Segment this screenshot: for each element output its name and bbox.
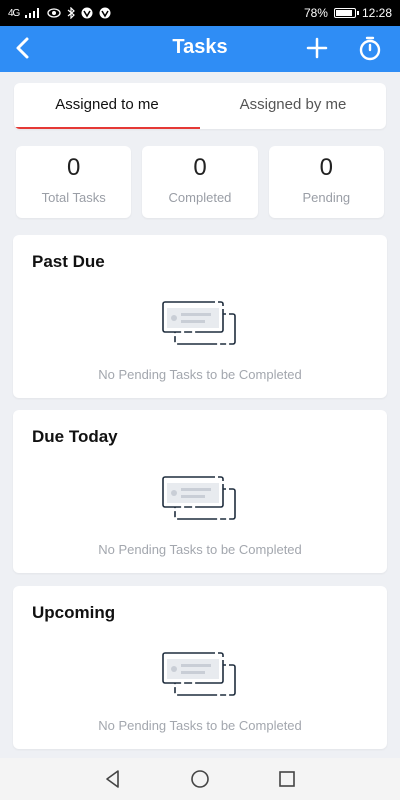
- shield-badge-icon: [81, 7, 93, 19]
- empty-tasks-icon: [162, 476, 236, 520]
- section-title: Past Due: [32, 252, 105, 271]
- stat-label: Total Tasks: [41, 190, 106, 205]
- empty-state-text: No Pending Tasks to be Completed: [98, 718, 302, 733]
- app-header: Tasks: [0, 26, 400, 72]
- page-title: Tasks: [172, 36, 228, 58]
- section-upcoming: Upcoming No Pending Tasks to be Complete…: [13, 586, 387, 749]
- empty-tasks-icon: [162, 652, 236, 696]
- app-badge-icon: [99, 7, 111, 19]
- recents-square-icon[interactable]: [275, 767, 299, 791]
- back-triangle-icon[interactable]: [101, 767, 125, 791]
- battery-icon: [333, 8, 359, 18]
- stat-label: Completed: [168, 190, 232, 205]
- active-tab-indicator: [14, 127, 200, 129]
- empty-state-text: No Pending Tasks to be Completed: [98, 367, 302, 382]
- tab-label: Assigned by me: [239, 96, 347, 113]
- status-right: 78% 12:28: [304, 6, 392, 20]
- stats-row: 0 Total Tasks 0 Completed 0 Pending: [16, 146, 384, 218]
- empty-state-text: No Pending Tasks to be Completed: [98, 542, 302, 557]
- status-left: 4G: [8, 7, 111, 19]
- stat-value: 0: [193, 154, 207, 181]
- stat-value: 0: [66, 154, 81, 181]
- stat-pending[interactable]: 0 Pending: [268, 146, 384, 218]
- empty-tasks-icon: [162, 301, 236, 345]
- section-past-due: Past Due No Pending Tasks to be Complete…: [13, 235, 387, 398]
- battery-percent: 78%: [303, 6, 328, 20]
- stat-value: 0: [319, 154, 333, 181]
- timer-icon[interactable]: [356, 34, 384, 62]
- tab-label: Assigned to me: [55, 96, 159, 113]
- system-nav-bar: [0, 758, 400, 800]
- stat-label: Pending: [302, 190, 351, 205]
- tab-assigned-to-me[interactable]: Assigned to me: [14, 83, 200, 129]
- home-circle-icon[interactable]: [188, 767, 212, 791]
- section-title: Upcoming: [32, 603, 116, 622]
- stat-completed[interactable]: 0 Completed: [142, 146, 258, 218]
- status-bar: 4G 78% 12:28: [0, 0, 400, 26]
- network-type: 4G: [8, 7, 20, 19]
- section-due-today: Due Today No Pending Tasks to be Complet…: [13, 410, 387, 573]
- eye-icon: [47, 8, 61, 18]
- signal-icon: [25, 8, 40, 18]
- section-title: Due Today: [32, 427, 118, 446]
- clock: 12:28: [361, 6, 392, 20]
- plus-icon[interactable]: [303, 34, 331, 62]
- stat-total-tasks[interactable]: 0 Total Tasks: [16, 146, 132, 218]
- task-tabs: Assigned to me Assigned by me: [14, 83, 386, 129]
- tab-assigned-by-me[interactable]: Assigned by me: [200, 83, 386, 129]
- bluetooth-icon: [67, 7, 76, 19]
